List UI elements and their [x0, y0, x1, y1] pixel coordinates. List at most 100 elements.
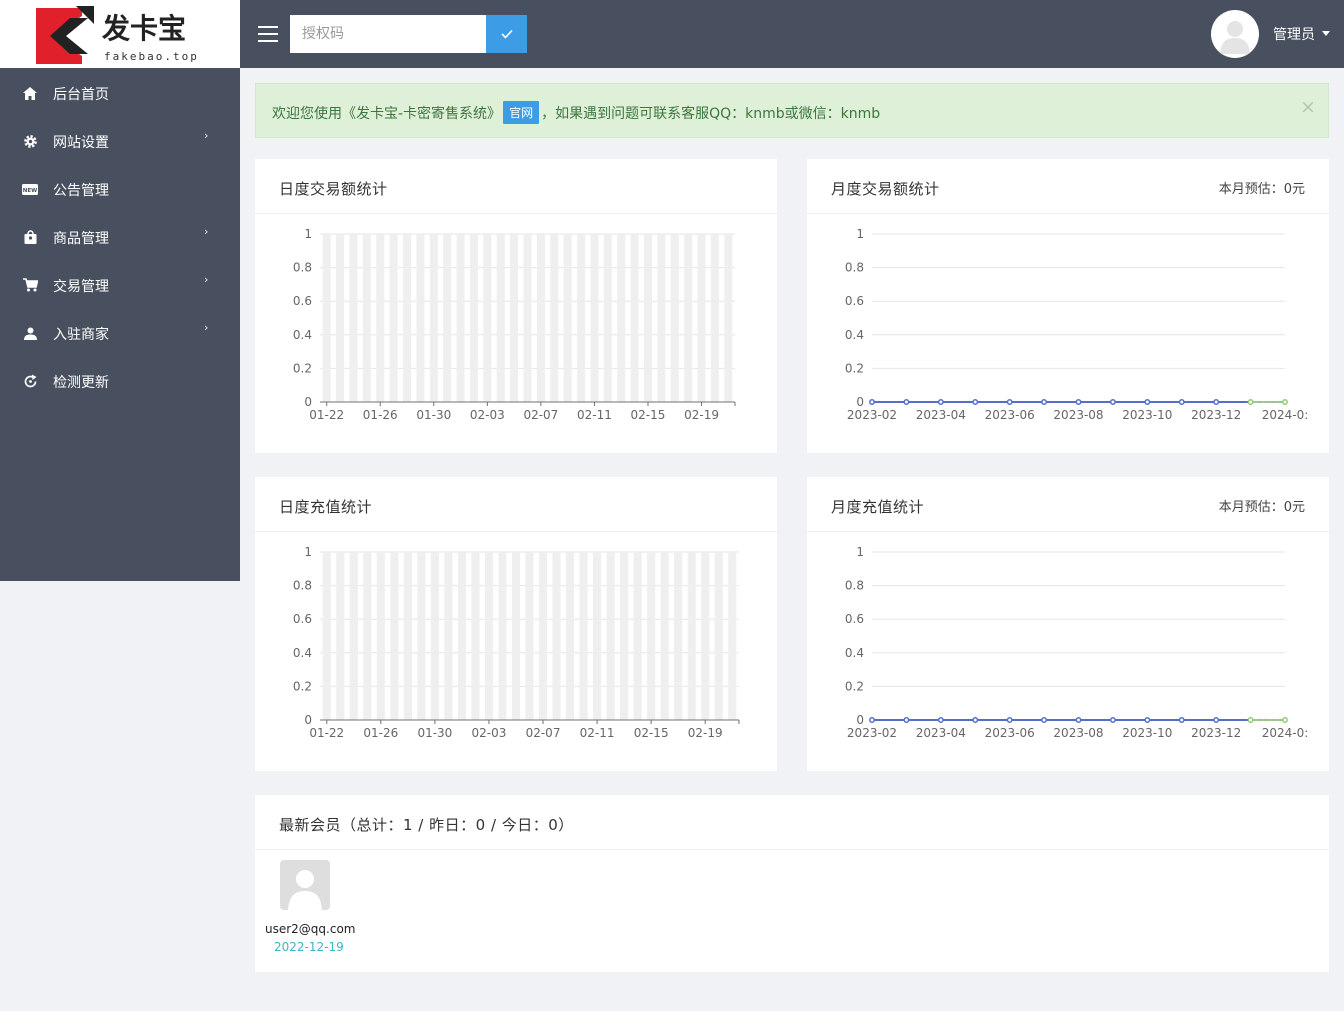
sidebar-item-merchants[interactable]: 入驻商家 ›	[0, 308, 240, 356]
home-icon	[22, 85, 38, 101]
auth-submit-button[interactable]	[486, 15, 527, 53]
alert-text-after: ，如果遇到问题可联系客服QQ：knmb或微信：knmb	[541, 105, 881, 122]
x-tick-label: 2023-06	[985, 726, 1035, 740]
daily-recharge-chart: 0 0.2 0.4 0.6 0.8 1 01-22 01-26 01-30 02-03 02-07 0…	[293, 545, 740, 740]
monthly-estimate: 本月预估：0元	[1218, 182, 1305, 197]
data-point	[903, 717, 910, 723]
bar-background	[617, 234, 626, 402]
x-tick-label: 2023-02	[847, 726, 897, 740]
logo-text: 发卡宝	[101, 12, 186, 45]
data-point	[1282, 717, 1288, 723]
x-tick-label: 2023-10	[1122, 726, 1172, 740]
x-tick-label: 02-15	[634, 726, 669, 740]
bar-background	[336, 234, 345, 402]
bar-background	[403, 552, 412, 720]
sidebar-item-products[interactable]: 商品管理 ›	[0, 212, 240, 260]
bar-background	[647, 552, 656, 720]
monthly-recharge-chart: 0 0.2 0.4 0.6 0.8 1 2023-02 2023-04 2023-06 2023-…	[845, 545, 1309, 740]
auth-code-input[interactable]	[290, 15, 486, 53]
x-tick-label: 01-30	[416, 408, 451, 422]
bar-background	[714, 552, 723, 720]
bar-background	[403, 234, 412, 402]
sidebar-item-home[interactable]: 后台首页	[0, 68, 240, 116]
y-tick-label: 1	[856, 545, 864, 559]
caret-down-icon[interactable]	[1322, 31, 1330, 36]
sidebar-item-label: 商品管理	[53, 231, 109, 247]
data-point	[1006, 717, 1013, 723]
y-tick-label: 0	[304, 713, 312, 727]
y-tick-label: 0.4	[845, 646, 864, 660]
data-point	[1213, 717, 1220, 723]
y-tick-label: 0.4	[293, 646, 312, 660]
sidebar-item-transactions[interactable]: 交易管理 ›	[0, 260, 240, 308]
x-tick-label: 02-19	[688, 726, 723, 740]
sidebar-item-site-settings[interactable]: 网站设置 ›	[0, 116, 240, 164]
monthly-trade-chart: 0 0.2 0.4 0.6 0.8 1 2023-02 2023-04 2023-06 2023-…	[845, 227, 1309, 422]
user-menu-label[interactable]: 管理员	[1273, 24, 1315, 44]
y-tick-label: 0.6	[293, 294, 312, 308]
daily-recharge-card: 日度充值统计 0 0.2 0.4 0.6 0.8 1 01-22 01-26 01-30 02-0…	[255, 477, 777, 771]
x-tick-label: 02-03	[472, 726, 507, 740]
x-tick-label: 02-03	[470, 408, 505, 422]
x-tick-label: 02-11	[580, 726, 615, 740]
bar-background	[620, 552, 629, 720]
data-point	[937, 717, 944, 723]
bar-background	[565, 552, 575, 720]
x-tick-label: 01-22	[309, 408, 344, 422]
data-point	[1247, 717, 1254, 723]
bar-background	[362, 234, 371, 402]
bar-background	[630, 234, 639, 402]
sidebar-item-label: 网站设置	[53, 135, 109, 151]
y-tick-label: 0.2	[845, 361, 864, 375]
close-icon[interactable]: ×	[1300, 96, 1316, 118]
data-point	[1075, 399, 1082, 405]
y-tick-label: 1	[304, 545, 312, 559]
logo[interactable]: 发卡宝 fakebao.top	[0, 0, 240, 68]
member-avatar[interactable]	[280, 860, 330, 910]
chevron-right-icon: ›	[204, 321, 209, 334]
card-title: 日度交易额统计	[279, 180, 388, 198]
bar-background	[376, 234, 385, 402]
y-tick-label: 1	[856, 227, 864, 241]
data-point	[869, 399, 875, 405]
chevron-right-icon: ›	[204, 129, 209, 142]
member-email[interactable]: user2@qq.com	[265, 922, 356, 936]
y-tick-label: 1	[304, 227, 312, 241]
x-tick-label: 01-22	[309, 726, 344, 740]
bar-background	[322, 234, 331, 402]
daily-trade-card: 日度交易额统计 0 0.2 0.4 0.6 0.8 1 01-22 01-26 01-30 02-…	[255, 159, 777, 453]
svg-text:NEW: NEW	[23, 188, 37, 194]
bar-background	[376, 552, 385, 720]
data-point	[1247, 399, 1254, 405]
bar-background	[349, 234, 358, 402]
data-point	[1213, 399, 1220, 405]
bar-background	[525, 552, 534, 720]
sidebar-item-announcements[interactable]: NEW 公告管理	[0, 164, 240, 212]
data-point	[1006, 399, 1013, 405]
data-point	[869, 717, 875, 723]
x-tick-label: 2024-0:	[1262, 408, 1309, 422]
y-tick-label: 0.4	[845, 328, 864, 342]
official-site-badge[interactable]: 官网	[503, 101, 540, 124]
bar-background	[593, 552, 602, 720]
bar-background	[674, 552, 683, 720]
bar-background	[471, 552, 480, 720]
bar-background	[349, 552, 358, 720]
bar-background	[633, 552, 642, 720]
user-avatar[interactable]	[1211, 10, 1259, 58]
menu-toggle-icon[interactable]	[258, 26, 278, 42]
bar-background	[538, 552, 548, 720]
card-title: 最新会员（总计：1 / 昨日：0 / 今日：0）	[279, 816, 574, 834]
cart-icon	[22, 277, 38, 293]
sidebar-item-check-update[interactable]: 检测更新	[0, 356, 240, 404]
x-tick-label: 2024-0:	[1262, 726, 1309, 740]
card-title: 月度充值统计	[831, 498, 925, 516]
bar-background	[510, 234, 519, 402]
y-tick-label: 0.2	[293, 679, 312, 693]
data-point	[1144, 717, 1151, 723]
x-tick-label: 01-26	[363, 726, 398, 740]
data-point	[1109, 717, 1116, 723]
y-tick-label: 0.8	[293, 579, 312, 593]
latest-members-card: 最新会员（总计：1 / 昨日：0 / 今日：0） user2@qq.com 20…	[255, 795, 1329, 972]
bar-background	[416, 234, 425, 402]
